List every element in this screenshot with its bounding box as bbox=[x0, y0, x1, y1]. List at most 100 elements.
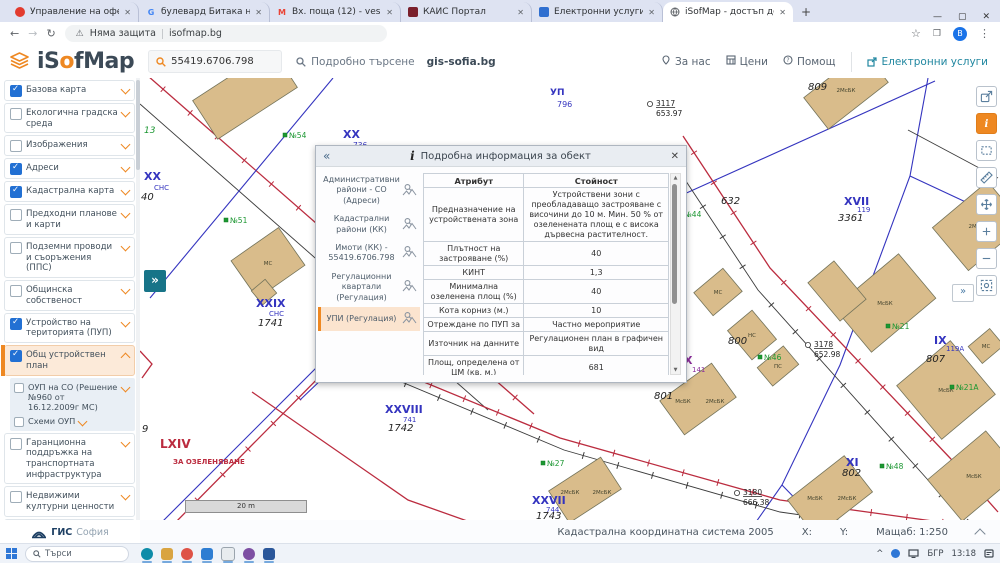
sidebar-item[interactable]: Предходни планове и карти bbox=[4, 204, 135, 235]
taskbar-app-viber[interactable] bbox=[243, 547, 255, 563]
header-nav-help[interactable]: ? Помощ bbox=[783, 55, 836, 68]
select-area-button[interactable] bbox=[976, 140, 997, 161]
close-window-button[interactable]: ✕ bbox=[982, 12, 990, 22]
measure-button[interactable] bbox=[976, 167, 997, 188]
browser-tab[interactable]: Управление на офертите - ✕ bbox=[8, 2, 139, 22]
zoom-in-button[interactable] bbox=[976, 221, 997, 242]
tab-close-icon[interactable]: ✕ bbox=[779, 8, 786, 17]
sidebar-item[interactable]: Кадастрална карта bbox=[4, 181, 135, 203]
layer-checkbox[interactable] bbox=[14, 382, 24, 393]
layer-checkbox[interactable] bbox=[10, 241, 22, 254]
taskbar-app-word[interactable] bbox=[263, 547, 275, 563]
sidebar-item[interactable]: Гаранционна поддръжка на транспортната и… bbox=[4, 432, 135, 485]
gis-sofia-link[interactable]: gis-sofia.bg bbox=[427, 56, 496, 68]
security-label[interactable]: Няма защита bbox=[90, 28, 156, 39]
layer-checkbox[interactable] bbox=[10, 140, 22, 153]
browser-tab[interactable]: Електронни услуги - iSofMap ✕ bbox=[532, 2, 663, 22]
layer-checkbox[interactable] bbox=[10, 437, 22, 450]
chevron-down-icon[interactable] bbox=[120, 140, 131, 150]
bookmark-star-icon[interactable]: ☆ bbox=[911, 27, 921, 40]
tray-app-icon[interactable] bbox=[891, 549, 901, 558]
identify-info-button[interactable]: i bbox=[976, 113, 997, 134]
chevron-down-icon[interactable] bbox=[120, 186, 131, 196]
chevron-down-icon[interactable] bbox=[120, 382, 131, 392]
url-text[interactable]: isofmap.bg bbox=[169, 28, 222, 39]
search-input[interactable]: 55419.6706.798 bbox=[148, 50, 283, 73]
layer-checkbox[interactable] bbox=[10, 185, 22, 199]
sidebar-item[interactable]: Подземни проводи и съоръжения (ППС) bbox=[4, 236, 135, 279]
taskbar-app-chrome[interactable] bbox=[181, 547, 193, 563]
chevron-down-icon[interactable] bbox=[120, 209, 131, 219]
sidebar-item[interactable]: Устройство на територията (ПУП) bbox=[4, 312, 135, 344]
notifications-icon[interactable] bbox=[984, 549, 994, 558]
start-button[interactable] bbox=[6, 548, 17, 559]
sidebar-item[interactable]: Общинска собственост bbox=[4, 280, 135, 311]
tab-close-icon[interactable]: ✕ bbox=[124, 8, 131, 17]
tab-close-icon[interactable]: ✕ bbox=[386, 8, 393, 17]
dialog-layer-item[interactable]: Имоти (КК) - 55419.6706.798 bbox=[318, 239, 420, 268]
taskbar-app-photos[interactable] bbox=[201, 547, 213, 563]
layer-checkbox[interactable] bbox=[10, 84, 22, 97]
layer-checkbox[interactable] bbox=[10, 317, 22, 330]
tab-close-icon[interactable]: ✕ bbox=[517, 8, 524, 17]
network-icon[interactable] bbox=[908, 549, 919, 558]
browser-tab[interactable]: iSofMap - достъп до цифров... ✕ bbox=[663, 2, 793, 22]
expand-sidebar-button[interactable]: » bbox=[144, 270, 166, 292]
clock[interactable]: 13:18 bbox=[952, 549, 977, 559]
zoom-to-feature-icon[interactable] bbox=[402, 217, 419, 233]
maximize-button[interactable]: ▢ bbox=[958, 12, 967, 22]
layer-checkbox[interactable] bbox=[10, 349, 22, 363]
dialog-layer-item[interactable]: Административни райони - СО (Адреси) bbox=[318, 171, 420, 210]
reload-button[interactable]: ↻ bbox=[46, 27, 55, 40]
taskbar-app-notes-app[interactable] bbox=[221, 546, 235, 563]
chevron-down-icon[interactable] bbox=[120, 107, 131, 118]
layer-checkbox[interactable] bbox=[10, 491, 22, 504]
zoom-to-feature-icon[interactable] bbox=[402, 279, 419, 295]
full-extent-button[interactable] bbox=[976, 275, 997, 296]
minimize-button[interactable]: — bbox=[933, 12, 942, 22]
pan-button[interactable] bbox=[976, 194, 997, 215]
advanced-search-link[interactable]: Подробно търсене bbox=[296, 56, 415, 68]
browser-tab[interactable]: КАИС Портал ✕ bbox=[401, 2, 532, 22]
sidebar-item[interactable]: Базова карта bbox=[4, 80, 135, 101]
dialog-close-button[interactable]: ✕ bbox=[671, 151, 679, 162]
chevron-down-icon[interactable] bbox=[120, 491, 131, 501]
tab-close-icon[interactable]: ✕ bbox=[648, 8, 655, 17]
language-indicator[interactable]: БГР bbox=[927, 549, 943, 559]
back-button[interactable]: ← bbox=[10, 27, 19, 40]
layer-checkbox[interactable] bbox=[10, 108, 22, 120]
new-tab-button[interactable]: + bbox=[801, 5, 811, 19]
layers-icon[interactable] bbox=[10, 51, 29, 72]
layer-checkbox[interactable] bbox=[10, 162, 22, 176]
sidebar-item[interactable]: Изображения bbox=[4, 135, 135, 157]
taskbar-app-file-explorer[interactable] bbox=[161, 547, 173, 563]
table-scrollbar[interactable]: ▲ ▼ bbox=[670, 173, 681, 375]
chevron-down-icon[interactable] bbox=[120, 284, 131, 295]
chevron-down-icon[interactable] bbox=[120, 163, 131, 173]
zoom-to-feature-icon[interactable] bbox=[402, 183, 419, 199]
open-in-new-button[interactable] bbox=[976, 86, 997, 107]
dialog-collapse-button[interactable]: « bbox=[323, 149, 330, 163]
browser-tab[interactable]: Gбулевард Битака нов булева... ✕ bbox=[139, 2, 270, 22]
chevron-down-icon[interactable] bbox=[77, 416, 88, 426]
chevron-down-icon[interactable] bbox=[120, 317, 131, 328]
sidebar-subitem[interactable]: Схеми ОУП bbox=[12, 414, 133, 429]
isofmap-logo[interactable]: iSofMap bbox=[37, 49, 135, 74]
sidebar-subitem[interactable]: ОУП на СО (Решение №960 от 16.12.2009г М… bbox=[12, 380, 133, 414]
url-field[interactable]: ⚠ Няма защита isofmap.bg bbox=[64, 25, 387, 42]
chevron-down-icon[interactable] bbox=[120, 84, 131, 95]
profile-avatar[interactable]: В bbox=[953, 26, 967, 41]
zoom-to-feature-icon[interactable] bbox=[402, 245, 419, 261]
tab-close-icon[interactable]: ✕ bbox=[255, 8, 262, 17]
header-nav-grid[interactable]: Цени bbox=[726, 55, 768, 68]
chevron-up-icon[interactable] bbox=[120, 352, 131, 363]
browser-tab[interactable]: M Вх. поща (12) - veselina.karka... ✕ bbox=[270, 2, 401, 22]
eservices-link[interactable]: Електронни услуги bbox=[866, 56, 988, 68]
expand-panel-button[interactable]: » bbox=[952, 284, 974, 302]
tray-expand-icon[interactable]: ^ bbox=[876, 549, 883, 559]
dialog-layer-item[interactable]: Кадастрални райони (КК) bbox=[318, 210, 420, 239]
browser-menu-icon[interactable]: ⋮ bbox=[979, 27, 990, 40]
side-panel-icon[interactable]: ❒ bbox=[933, 29, 941, 39]
layer-checkbox[interactable] bbox=[10, 209, 22, 222]
sidebar-item[interactable]: Недвижими културни ценности bbox=[4, 486, 135, 517]
